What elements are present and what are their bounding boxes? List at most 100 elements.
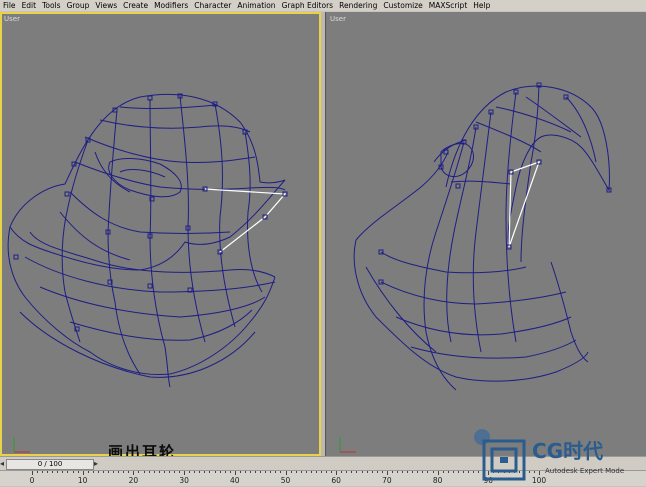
menu-animation[interactable]: Animation — [234, 1, 278, 10]
ruler-tick — [133, 471, 135, 475]
ruler-tick — [437, 471, 439, 475]
watermark-subtitle: Autodesk Expert Mode — [545, 467, 625, 475]
ruler-minor-tick — [366, 471, 368, 473]
ruler-minor-tick — [102, 471, 104, 473]
ruler-tick-label: 80 — [432, 476, 443, 485]
watermark-brand: CG时代 — [532, 439, 604, 463]
ruler-minor-tick — [158, 471, 160, 473]
ruler-minor-tick — [173, 471, 175, 473]
watermark-logo: CG时代 Autodesk Expert Mode — [470, 427, 646, 483]
ruler-minor-tick — [128, 471, 130, 473]
ruler-minor-tick — [331, 471, 333, 473]
menu-modifiers[interactable]: Modifiers — [151, 1, 191, 10]
ruler-minor-tick — [452, 471, 454, 473]
menu-rendering[interactable]: Rendering — [336, 1, 380, 10]
ruler-minor-tick — [356, 471, 358, 473]
ruler-minor-tick — [305, 471, 307, 473]
ruler-tick-label: 20 — [128, 476, 139, 485]
next-frame-arrow[interactable]: ▸ — [94, 459, 98, 468]
menu-maxscript[interactable]: MAXScript — [426, 1, 471, 10]
menu-tools[interactable]: Tools — [39, 1, 63, 10]
time-slider[interactable]: 0 / 100 — [6, 459, 94, 470]
ruler-minor-tick — [391, 471, 393, 473]
ruler-minor-tick — [397, 471, 399, 473]
ruler-minor-tick — [42, 471, 44, 473]
ruler-minor-tick — [57, 471, 59, 473]
cg-logo-icon — [474, 429, 526, 481]
ear-wireframe-left — [7, 93, 288, 453]
ruler-minor-tick — [62, 471, 64, 473]
ruler-tick — [234, 471, 236, 475]
ruler-minor-tick — [37, 471, 39, 473]
ruler-minor-tick — [189, 471, 191, 473]
prev-frame-arrow[interactable]: ◂ — [0, 459, 4, 468]
ruler-minor-tick — [148, 471, 150, 473]
ruler-minor-tick — [417, 471, 419, 473]
ruler-minor-tick — [77, 471, 79, 473]
ruler-minor-tick — [351, 471, 353, 473]
ruler-minor-tick — [457, 471, 459, 473]
viewport-right[interactable]: User — [325, 12, 646, 456]
ruler-minor-tick — [260, 471, 262, 473]
ruler-minor-tick — [219, 471, 221, 473]
ruler-minor-tick — [163, 471, 165, 473]
ruler-minor-tick — [239, 471, 241, 473]
menu-help[interactable]: Help — [470, 1, 493, 10]
menu-create[interactable]: Create — [120, 1, 151, 10]
ruler-minor-tick — [194, 471, 196, 473]
menu-graph-editors[interactable]: Graph Editors — [279, 1, 337, 10]
ruler-minor-tick — [209, 471, 211, 473]
ruler-minor-tick — [371, 471, 373, 473]
ruler-tick — [184, 471, 186, 475]
ruler-minor-tick — [229, 471, 231, 473]
ruler-minor-tick — [265, 471, 267, 473]
ruler-minor-tick — [199, 471, 201, 473]
ruler-minor-tick — [280, 471, 282, 473]
menu-views[interactable]: Views — [92, 1, 120, 10]
viewport-left[interactable]: User 画出耳轮 — [0, 12, 321, 461]
ruler-minor-tick — [315, 471, 317, 473]
ruler-minor-tick — [447, 471, 449, 473]
ruler-minor-tick — [97, 471, 99, 473]
ruler-minor-tick — [300, 471, 302, 473]
ruler-minor-tick — [422, 471, 424, 473]
ruler-minor-tick — [92, 471, 94, 473]
ruler-minor-tick — [275, 471, 277, 473]
ruler-minor-tick — [412, 471, 414, 473]
ruler-minor-tick — [295, 471, 297, 473]
ruler-minor-tick — [244, 471, 246, 473]
ruler-minor-tick — [346, 471, 348, 473]
ruler-tick-label: 30 — [179, 476, 189, 485]
ruler-minor-tick — [310, 471, 312, 473]
ruler-minor-tick — [326, 471, 328, 473]
ruler-minor-tick — [72, 471, 74, 473]
ruler-minor-tick — [402, 471, 404, 473]
ruler-minor-tick — [214, 471, 216, 473]
menu-character[interactable]: Character — [191, 1, 234, 10]
ruler-tick-label: 40 — [230, 476, 240, 485]
ruler-minor-tick — [179, 471, 181, 473]
ruler-minor-tick — [290, 471, 292, 473]
ruler-minor-tick — [320, 471, 322, 473]
ruler-minor-tick — [361, 471, 363, 473]
menu-file[interactable]: File — [0, 1, 19, 10]
ruler-minor-tick — [118, 471, 120, 473]
ruler-tick-label: 0 — [29, 476, 35, 485]
axis-gizmo-right-group — [339, 437, 356, 453]
ruler-minor-tick — [113, 471, 115, 473]
ruler-minor-tick — [67, 471, 69, 473]
ruler-minor-tick — [153, 471, 155, 473]
ruler-minor-tick — [108, 471, 110, 473]
ruler-minor-tick — [168, 471, 170, 473]
ruler-minor-tick — [143, 471, 145, 473]
ruler-minor-tick — [87, 471, 89, 473]
ruler-minor-tick — [468, 471, 470, 473]
axis-gizmo-left-group — [13, 437, 30, 453]
ruler-minor-tick — [376, 471, 378, 473]
menu-group[interactable]: Group — [64, 1, 93, 10]
menu-edit[interactable]: Edit — [19, 1, 40, 10]
menu-customize[interactable]: Customize — [380, 1, 425, 10]
ruler-minor-tick — [250, 471, 251, 473]
ruler-minor-tick — [224, 471, 226, 473]
ruler-minor-tick — [138, 471, 140, 473]
